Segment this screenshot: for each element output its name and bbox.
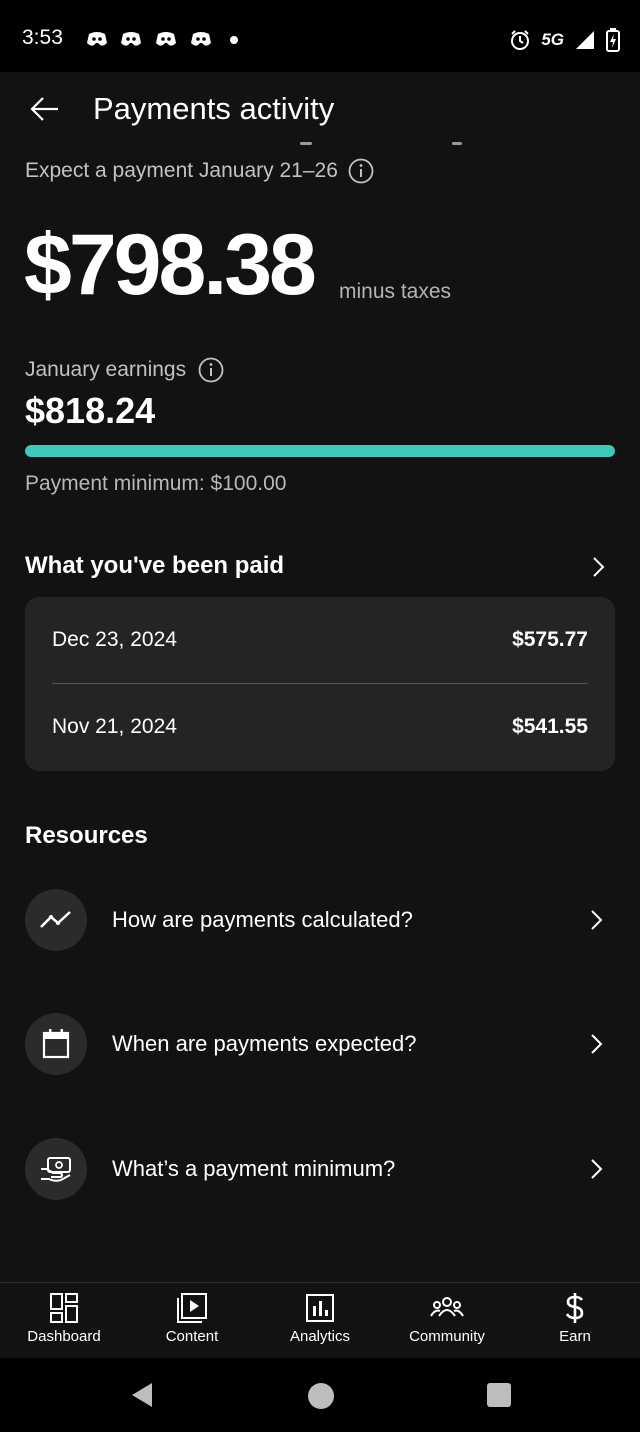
- system-recents-icon[interactable]: [487, 1383, 511, 1407]
- earnings-progress-bar: [25, 445, 615, 457]
- dashboard-icon: [50, 1293, 78, 1323]
- resource-icon-wrap: [25, 889, 87, 951]
- app-content: Payments activity Expect a payment Janua…: [0, 72, 640, 1282]
- dollar-icon: [565, 1293, 584, 1323]
- paid-history-link[interactable]: What you've been paid: [25, 552, 615, 584]
- analytics-icon: [306, 1294, 334, 1322]
- nav-label: Earn: [559, 1328, 591, 1345]
- play-icon: [177, 1293, 207, 1323]
- community-icon: [430, 1297, 464, 1317]
- status-right: 5G: [509, 28, 620, 52]
- paid-amount: $575.77: [512, 628, 588, 651]
- resource-item-payments-calculated[interactable]: How are payments calculated?: [25, 889, 615, 953]
- resource-label: What’s a payment minimum?: [112, 1156, 396, 1181]
- scrolled-text-fragment: [452, 142, 462, 145]
- system-home-icon[interactable]: [308, 1383, 334, 1409]
- paid-row[interactable]: Dec 23, 2024 $575.77: [52, 597, 588, 683]
- info-icon[interactable]: [198, 357, 224, 383]
- earnings-label: January earnings: [25, 357, 224, 383]
- resource-icon-wrap: [25, 1013, 87, 1075]
- trend-line-icon: [40, 911, 71, 928]
- chevron-right-icon: [591, 1159, 603, 1179]
- earnings-progress-fill: [25, 445, 615, 457]
- paid-date: Nov 21, 2024: [52, 715, 177, 738]
- resource-item-payments-expected[interactable]: When are payments expected?: [25, 1013, 615, 1077]
- bottom-navigation: Dashboard Content Analytics Community Ea…: [0, 1282, 640, 1359]
- cash-icon: [41, 1157, 71, 1182]
- resource-icon-wrap: [25, 1138, 87, 1200]
- system-navigation-bar: [0, 1358, 640, 1432]
- paid-history-card: Dec 23, 2024 $575.77 Nov 21, 2024 $541.5…: [25, 597, 615, 771]
- discord-icon: [87, 32, 107, 46]
- status-time: 3:53: [22, 26, 63, 49]
- expected-payment-label: Expect a payment January 21–26: [25, 159, 338, 182]
- status-bar: 3:53 5G: [0, 0, 640, 72]
- battery-charging-icon: [606, 28, 620, 52]
- arrow-left-icon[interactable]: [28, 94, 62, 124]
- resources-title: Resources: [25, 822, 148, 849]
- paid-row[interactable]: Nov 21, 2024 $541.55: [52, 684, 588, 770]
- page-title: Payments activity: [93, 91, 335, 126]
- paid-history-title: What you've been paid: [25, 552, 285, 579]
- payment-amount: $798.38: [24, 217, 317, 313]
- nav-label: Content: [165, 1328, 219, 1345]
- system-back-icon[interactable]: [130, 1382, 154, 1408]
- info-icon[interactable]: [348, 158, 374, 184]
- paid-date: Dec 23, 2024: [52, 628, 177, 651]
- nav-earn[interactable]: Earn: [520, 1291, 630, 1353]
- earnings-label-text: January earnings: [25, 358, 187, 381]
- chevron-right-icon: [591, 1034, 603, 1054]
- scrolled-text-fragment: [300, 142, 312, 145]
- nav-label: Community: [409, 1328, 485, 1345]
- nav-content[interactable]: Content: [137, 1291, 247, 1353]
- paid-amount: $541.55: [512, 715, 588, 738]
- nav-analytics[interactable]: Analytics: [265, 1291, 375, 1353]
- calendar-icon: [42, 1029, 70, 1059]
- expected-payment-text: Expect a payment January 21–26: [25, 158, 374, 184]
- nav-label: Dashboard: [27, 1328, 101, 1345]
- header: Payments activity: [0, 72, 640, 150]
- signal-icon: [576, 31, 594, 49]
- payment-amount-suffix: minus taxes: [339, 280, 452, 303]
- network-type: 5G: [541, 30, 564, 49]
- nav-dashboard[interactable]: Dashboard: [9, 1291, 119, 1353]
- chevron-right-icon: [591, 910, 603, 930]
- earnings-amount: $818.24: [25, 390, 156, 431]
- chevron-right-icon: [593, 557, 605, 577]
- resource-label: How are payments calculated?: [112, 907, 413, 932]
- discord-icon: [156, 32, 176, 46]
- nav-label: Analytics: [289, 1328, 351, 1345]
- notification-dot-icon: [230, 36, 238, 44]
- nav-community[interactable]: Community: [392, 1291, 502, 1353]
- alarm-icon: [511, 30, 530, 50]
- discord-icon: [121, 32, 141, 46]
- payment-minimum-text: Payment minimum: $100.00: [25, 472, 287, 495]
- discord-icon: [191, 32, 211, 46]
- resource-item-payment-minimum[interactable]: What’s a payment minimum?: [25, 1138, 615, 1202]
- resource-label: When are payments expected?: [112, 1031, 417, 1056]
